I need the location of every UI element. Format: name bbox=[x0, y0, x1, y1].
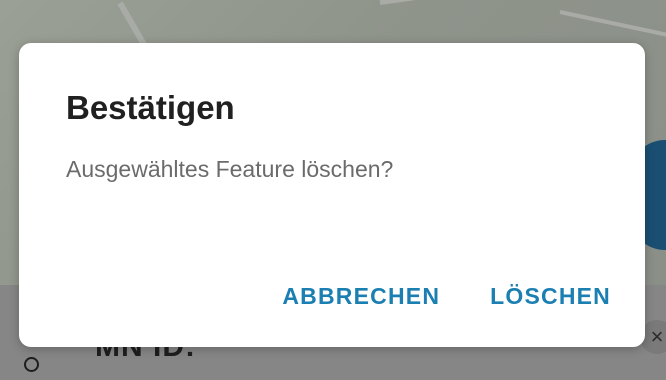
screen: MN ID: × Bestätigen Ausgewähltes Feature… bbox=[0, 0, 666, 380]
dialog-message: Ausgewähltes Feature löschen? bbox=[66, 156, 394, 182]
map-road bbox=[379, 0, 539, 5]
delete-button[interactable]: LÖSCHEN bbox=[490, 283, 611, 310]
cancel-button[interactable]: ABBRECHEN bbox=[282, 283, 440, 310]
confirm-dialog: Bestätigen Ausgewähltes Feature löschen?… bbox=[19, 43, 645, 347]
dialog-title: Bestätigen bbox=[66, 89, 235, 126]
map-road bbox=[559, 10, 666, 39]
location-dot-icon bbox=[24, 357, 39, 372]
dialog-actions: ABBRECHEN LÖSCHEN bbox=[282, 283, 611, 310]
